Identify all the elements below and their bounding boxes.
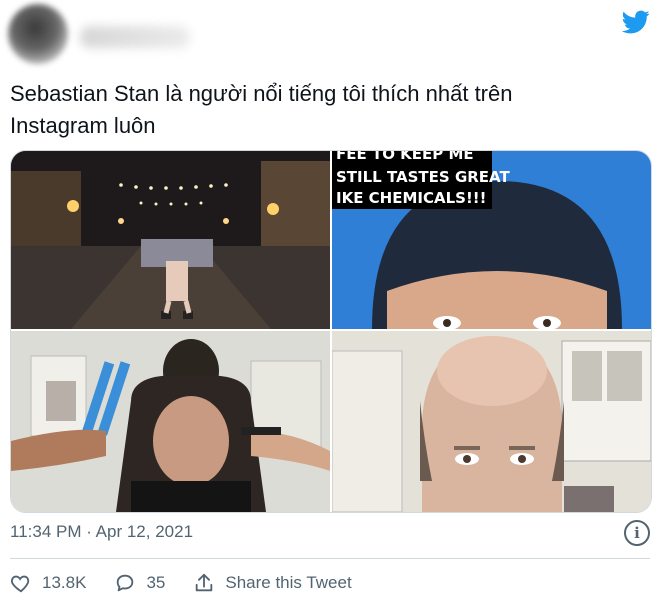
photo-night-street[interactable] xyxy=(11,151,330,329)
caption-line-2: STILL TASTES GREAT xyxy=(336,168,510,186)
photo-hair-styling[interactable] xyxy=(11,331,330,512)
share-icon xyxy=(196,573,213,592)
info-icon[interactable]: i xyxy=(624,520,650,546)
photo-beanie-caption[interactable]: FEE TO KEEP ME STILL TASTES GREAT IKE CH… xyxy=(332,151,651,329)
caption-line-1: FEE TO KEEP ME xyxy=(336,151,474,163)
like-count: 13.8K xyxy=(42,573,87,592)
share-button[interactable]: Share this Tweet xyxy=(193,572,352,594)
heart-icon xyxy=(10,575,30,593)
reply-button[interactable]: 35 xyxy=(114,572,165,594)
tweet-text: Sebastian Stan là người nổi tiếng tôi th… xyxy=(10,78,630,142)
like-button[interactable]: 13.8K xyxy=(10,572,86,594)
share-label: Share this Tweet xyxy=(225,573,352,592)
media-grid: FEE TO KEEP ME STILL TASTES GREAT IKE CH… xyxy=(10,150,652,513)
caption-line-3: IKE CHEMICALS!!! xyxy=(336,189,487,207)
twitter-bird-icon[interactable] xyxy=(620,8,652,36)
divider xyxy=(10,558,650,559)
tweet-text-line-2: Instagram luôn xyxy=(10,113,156,138)
tweet-timestamp[interactable]: 11:34 PM · Apr 12, 2021 xyxy=(10,522,193,542)
avatar[interactable] xyxy=(8,4,68,64)
author-name-blurred[interactable] xyxy=(80,26,190,48)
reply-icon xyxy=(117,574,134,592)
photo-bald-cap[interactable] xyxy=(332,331,651,512)
reply-count: 35 xyxy=(146,573,166,592)
tweet-text-line-1: Sebastian Stan là người nổi tiếng tôi th… xyxy=(10,81,513,106)
tweet-actions: 13.8K 35 Share this Tweet xyxy=(10,568,380,598)
